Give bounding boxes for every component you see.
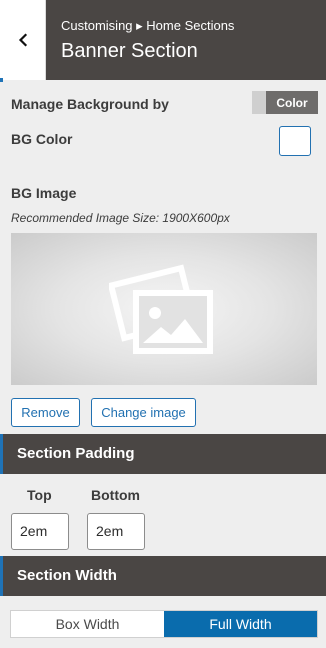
image-size-hint: Recommended Image Size: 1900X600px xyxy=(11,211,230,225)
padding-top-label: Top xyxy=(27,487,52,503)
change-image-button[interactable]: Change image xyxy=(91,398,196,427)
toggle-value: Color xyxy=(266,91,318,114)
bg-image-label: BG Image xyxy=(11,185,77,201)
padding-top-input[interactable]: 2em xyxy=(11,513,69,550)
section-accent xyxy=(0,556,3,596)
remove-image-button[interactable]: Remove xyxy=(11,398,80,427)
background-mode-toggle[interactable]: Color xyxy=(252,91,318,114)
section-width-title: Section Width xyxy=(17,567,117,584)
breadcrumb: Customising ▸ Home Sections xyxy=(61,18,235,33)
padding-bottom-input[interactable]: 2em xyxy=(87,513,145,550)
bg-image-preview[interactable] xyxy=(11,233,317,385)
width-segmented-control: Box Width Full Width xyxy=(10,610,318,638)
section-width-header: Section Width xyxy=(0,556,326,596)
page-title: Banner Section xyxy=(61,40,198,62)
section-accent xyxy=(0,434,3,474)
image-placeholder-icon xyxy=(109,264,213,354)
box-width-option[interactable]: Box Width xyxy=(11,611,164,637)
padding-bottom-label: Bottom xyxy=(91,487,140,503)
back-button[interactable] xyxy=(0,0,46,80)
bg-color-swatch[interactable] xyxy=(279,126,311,156)
section-padding-title: Section Padding xyxy=(17,445,135,462)
toggle-knob xyxy=(252,91,266,114)
customizer-header: Customising ▸ Home Sections Banner Secti… xyxy=(0,0,326,80)
chevron-left-icon xyxy=(18,33,27,47)
full-width-option[interactable]: Full Width xyxy=(164,611,317,637)
section-padding-header: Section Padding xyxy=(0,434,326,474)
bg-color-label: BG Color xyxy=(11,131,73,147)
header-accent xyxy=(0,78,3,82)
manage-background-label: Manage Background by xyxy=(11,96,169,112)
